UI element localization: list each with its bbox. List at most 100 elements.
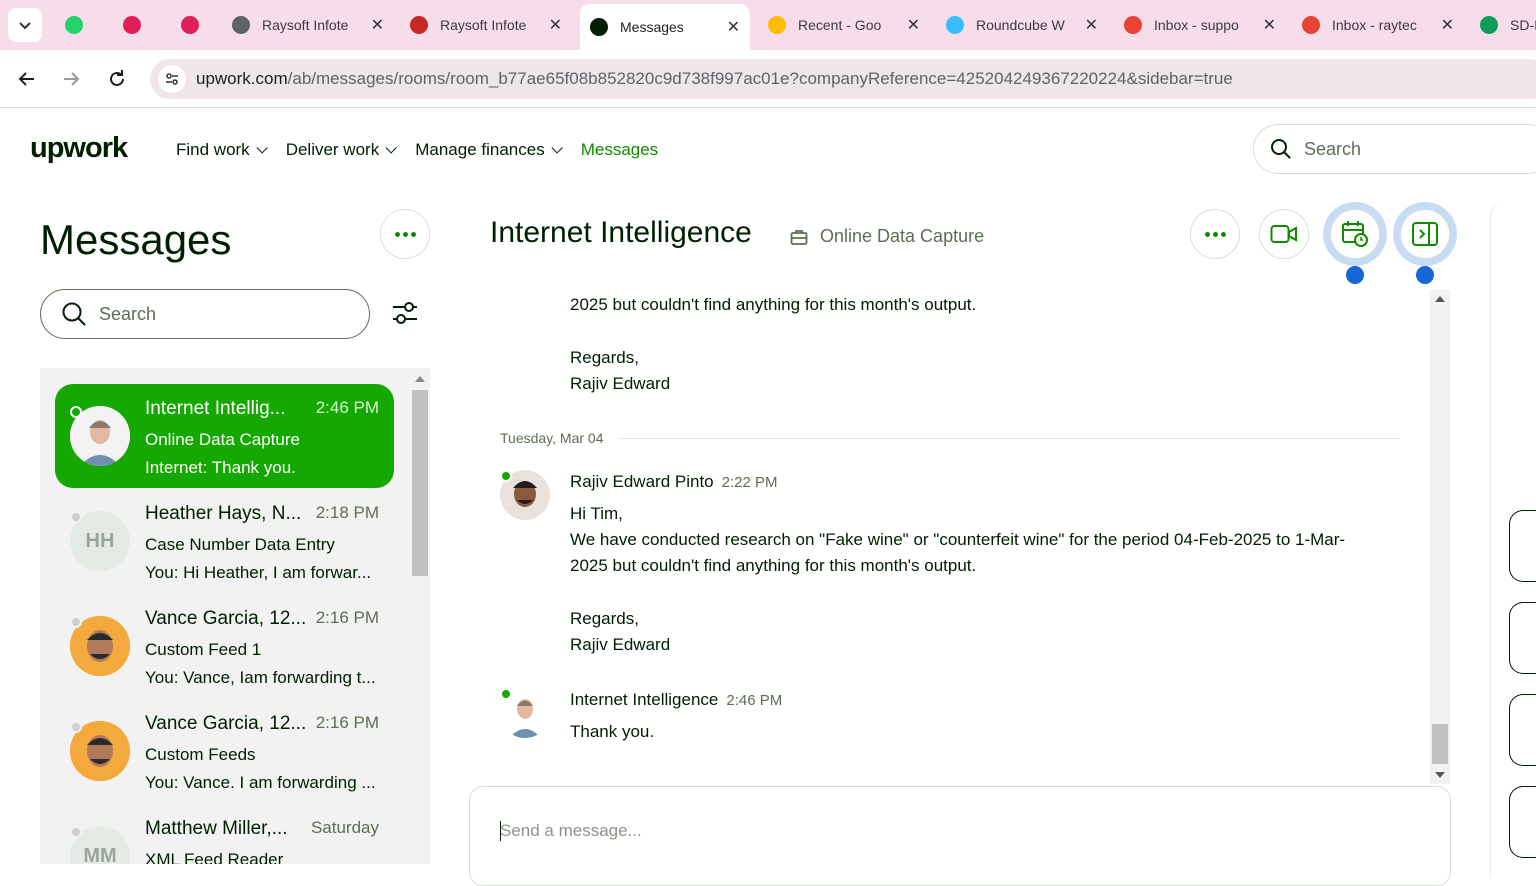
- side-panel-button[interactable]: [1509, 510, 1536, 582]
- filter-icon[interactable]: [390, 298, 420, 328]
- conversation-search-input[interactable]: Search: [40, 289, 370, 339]
- tab-title: Raysoft Infote: [440, 17, 527, 33]
- nav-messages[interactable]: Messages: [581, 140, 658, 160]
- browser-tab[interactable]: [171, 8, 211, 42]
- scroll-down-icon[interactable]: [1435, 772, 1445, 778]
- conversation-list-scrollbar[interactable]: [410, 368, 430, 864]
- tab-search-button[interactable]: [8, 8, 42, 42]
- conversation-preview: Internet: Thank you.: [145, 458, 296, 477]
- tab-title: Messages: [620, 19, 684, 35]
- browser-tab[interactable]: [55, 8, 95, 42]
- site-info-icon[interactable]: [158, 65, 186, 93]
- browser-tab[interactable]: Inbox - raytec ✕: [1292, 8, 1464, 42]
- close-tab-icon[interactable]: ✕: [727, 17, 740, 37]
- browser-tab[interactable]: Inbox - suppo ✕: [1114, 8, 1286, 42]
- conversation-item[interactable]: Vance Garcia, 12... 2:16 PM Custom Feed …: [55, 594, 394, 698]
- message-text: Hi Tim,: [570, 504, 623, 523]
- search-icon: [1271, 139, 1291, 159]
- scroll-up-icon[interactable]: [415, 376, 425, 382]
- message-time: 2:22 PM: [721, 474, 778, 491]
- sender-name: Rajiv Edward Pinto: [570, 472, 714, 491]
- divider: [617, 437, 1400, 439]
- browser-tab[interactable]: Raysoft Infote ✕: [400, 8, 572, 42]
- conversation-name: Heather Hays, N...: [145, 503, 302, 524]
- chevron-down-icon: [256, 142, 268, 154]
- more-icon: [394, 231, 416, 237]
- message-thread-scrollbar[interactable]: [1430, 290, 1450, 784]
- header-search-input[interactable]: Search: [1253, 124, 1536, 174]
- browser-tab[interactable]: [113, 8, 153, 42]
- side-panel-button[interactable]: [1509, 602, 1536, 674]
- forward-button[interactable]: [56, 64, 86, 94]
- online-status-dot: [500, 470, 512, 482]
- offline-status-dot: [70, 826, 82, 838]
- browser-tab[interactable]: Recent - Goo ✕: [758, 8, 930, 42]
- video-call-button[interactable]: [1259, 209, 1309, 259]
- scrollbar-thumb[interactable]: [1432, 724, 1448, 764]
- nav-deliver-work[interactable]: Deliver work: [286, 140, 397, 160]
- close-tab-icon[interactable]: ✕: [1085, 15, 1098, 35]
- message-composer[interactable]: Send a message...: [469, 786, 1451, 886]
- conversation-preview: You: Vance. I am forwarding ...: [145, 773, 376, 792]
- close-tab-icon[interactable]: ✕: [1441, 15, 1454, 35]
- header-search-placeholder: Search: [1304, 138, 1362, 159]
- browser-tab[interactable]: Roundcube W ✕: [936, 8, 1108, 42]
- browser-tab[interactable]: Raysoft Infote ✕: [222, 8, 394, 42]
- notification-dot: [1346, 266, 1364, 284]
- text-caret: [500, 821, 501, 841]
- message-text: 2025 but couldn't find anything for this…: [570, 556, 977, 575]
- roundcube-icon: [946, 16, 964, 34]
- tab-title: Inbox - suppo: [1154, 17, 1239, 33]
- nav-manage-finances[interactable]: Manage finances: [415, 140, 563, 160]
- conversation-item[interactable]: Vance Garcia, 12... 2:16 PM Custom Feeds…: [55, 699, 394, 803]
- conversation-preview: You: Vance, Iam forwarding t...: [145, 668, 376, 687]
- side-panel-button[interactable]: [1509, 786, 1536, 858]
- close-tab-icon[interactable]: ✕: [907, 15, 920, 35]
- conversation-preview: You: Hi Heather, I am forwar...: [145, 563, 372, 582]
- back-button[interactable]: [12, 64, 42, 94]
- more-icon: [1204, 231, 1226, 237]
- conversation-time: Saturday: [310, 818, 379, 837]
- conversation-subject: Custom Feeds: [145, 745, 256, 764]
- close-tab-icon[interactable]: ✕: [371, 15, 384, 35]
- reload-button[interactable]: [102, 64, 132, 94]
- google-drive-icon: [768, 16, 786, 34]
- browser-toolbar: upwork.com/ab/messages/rooms/room_b77ae6…: [0, 50, 1536, 108]
- conversation-item[interactable]: Internet Intellig... 2:46 PM Online Data…: [55, 384, 394, 488]
- conversation-item[interactable]: MM Matthew Miller,... Saturday XML Feed …: [55, 804, 394, 864]
- toggle-sidebar-button[interactable]: [1393, 202, 1457, 266]
- nav-label: Find work: [176, 140, 250, 159]
- sidebar-more-button[interactable]: [380, 209, 430, 259]
- close-tab-icon[interactable]: ✕: [549, 15, 562, 35]
- offline-status-dot: [70, 721, 82, 733]
- offline-status-dot: [70, 511, 82, 523]
- schedule-meeting-button[interactable]: [1323, 202, 1387, 266]
- close-tab-icon[interactable]: ✕: [1263, 15, 1276, 35]
- address-bar[interactable]: upwork.com/ab/messages/rooms/room_b77ae6…: [150, 59, 1536, 99]
- message-text: Thank you.: [570, 722, 655, 741]
- message-input-placeholder: Send a message...: [500, 821, 642, 840]
- date-separator-label: Tuesday, Mar 04: [500, 430, 604, 446]
- nav-find-work[interactable]: Find work: [176, 140, 268, 160]
- site-header: upwork Find work Deliver work Manage fin…: [0, 108, 1536, 192]
- browser-tab-bar: Raysoft Infote ✕ Raysoft Infote ✕ Messages ✕ R…: [0, 0, 1536, 50]
- conversation-subject: Online Data Capture: [145, 430, 300, 449]
- contract-name: Online Data Capture: [820, 226, 985, 246]
- scrollbar-thumb[interactable]: [412, 390, 428, 576]
- upwork-logo[interactable]: upwork: [30, 132, 128, 165]
- conversation-subject: Case Number Data Entry: [145, 535, 335, 554]
- tab-title: Roundcube W: [976, 17, 1065, 33]
- scroll-up-icon[interactable]: [1435, 296, 1445, 302]
- sidebar-panel-icon: [1412, 222, 1438, 246]
- tab-title: Recent - Goo: [798, 17, 882, 33]
- chat-title: Internet Intelligence: [490, 216, 752, 249]
- conversation-item[interactable]: HH Heather Hays, N... 2:18 PM Case Numbe…: [55, 489, 394, 593]
- side-panel-button[interactable]: [1509, 694, 1536, 766]
- browser-tab[interactable]: SD-I: [1470, 8, 1536, 42]
- tab-title: Inbox - raytec: [1332, 17, 1417, 33]
- contract-link[interactable]: Online Data Capture: [790, 226, 984, 247]
- chat-more-button[interactable]: [1190, 209, 1240, 259]
- tab-title: Raysoft Infote: [262, 17, 349, 33]
- browser-tab[interactable]: Messages ✕: [580, 4, 750, 50]
- conversation-time: 2:16 PM: [315, 608, 379, 627]
